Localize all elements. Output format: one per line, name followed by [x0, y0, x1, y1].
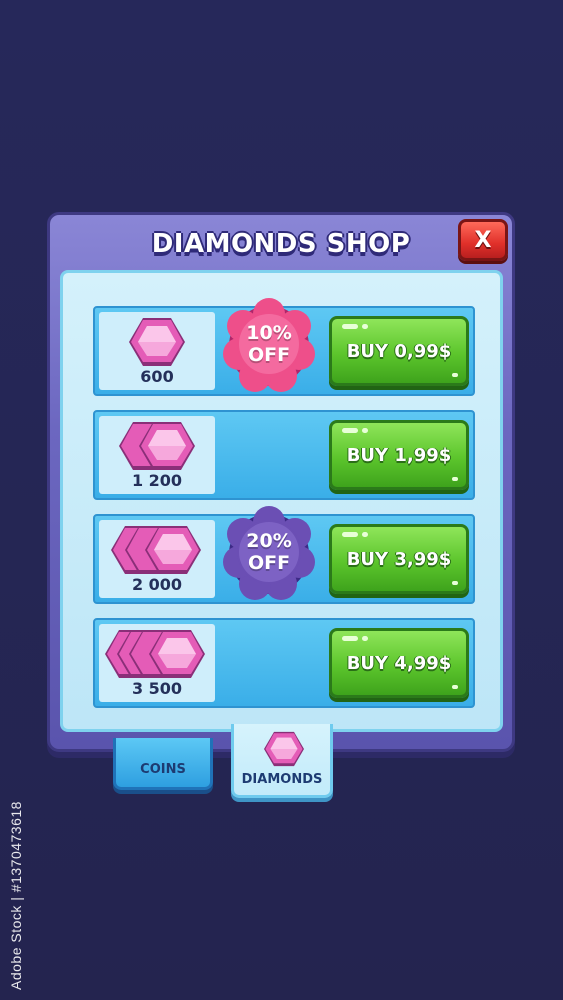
buy-button-label: BUY 4,99$ — [346, 652, 452, 674]
buy-button-label: BUY 0,99$ — [346, 340, 452, 362]
offer-row: 600 10% OFF BUY 0,99$ — [93, 298, 475, 396]
offer-item: 600 — [99, 312, 215, 390]
stock-watermark: Adobe Stock | #1370473618 — [8, 801, 24, 990]
discount-badge-text: 10% OFF — [221, 322, 317, 366]
buy-button-label: BUY 1,99$ — [346, 444, 452, 466]
diamond-stack-icon — [105, 630, 205, 678]
offers-list: 600 10% OFF BUY 0,99$ 1 200 BUY 1,99$ 2 … — [60, 270, 503, 732]
discount-off: OFF — [247, 344, 291, 366]
buy-button[interactable]: BUY 1,99$ — [329, 420, 469, 490]
discount-off: OFF — [247, 552, 291, 574]
offer-row: 1 200 BUY 1,99$ — [93, 410, 475, 500]
diamond-icon — [129, 318, 185, 366]
close-button[interactable]: X — [458, 219, 508, 261]
offer-amount: 2 000 — [131, 575, 183, 594]
discount-badge-text: 20% OFF — [221, 530, 317, 574]
buy-button[interactable]: BUY 4,99$ — [329, 628, 469, 698]
shop-title: DIAMONDS SHOP — [151, 229, 411, 259]
offer-row: 3 500 BUY 4,99$ — [93, 618, 475, 708]
diamond-stack-icon — [119, 422, 195, 470]
discount-percent: 20% — [246, 530, 292, 552]
tab-diamonds[interactable]: DIAMONDS — [231, 724, 333, 798]
shop-panel: DIAMONDS SHOP X 600 10% OFF BUY 0,99$ 1 … — [47, 212, 515, 752]
offer-amount: 1 200 — [131, 471, 183, 490]
diamond-icon — [264, 731, 304, 767]
offer-amount: 600 — [140, 367, 174, 386]
offer-item: 2 000 — [99, 520, 215, 598]
tab-diamonds-label: DIAMONDS — [241, 772, 323, 787]
offer-amount: 3 500 — [131, 679, 183, 698]
offer-row: 2 000 20% OFF BUY 3,99$ — [93, 506, 475, 604]
tab-coins[interactable]: COINS — [113, 738, 213, 790]
offer-item: 3 500 — [99, 624, 215, 702]
diamond-stack-icon — [111, 526, 201, 574]
buy-button[interactable]: BUY 3,99$ — [329, 524, 469, 594]
discount-percent: 10% — [246, 322, 292, 344]
tab-coins-label: COINS — [140, 762, 186, 777]
buy-button-label: BUY 3,99$ — [346, 548, 452, 570]
offer-item: 1 200 — [99, 416, 215, 494]
buy-button[interactable]: BUY 0,99$ — [329, 316, 469, 386]
